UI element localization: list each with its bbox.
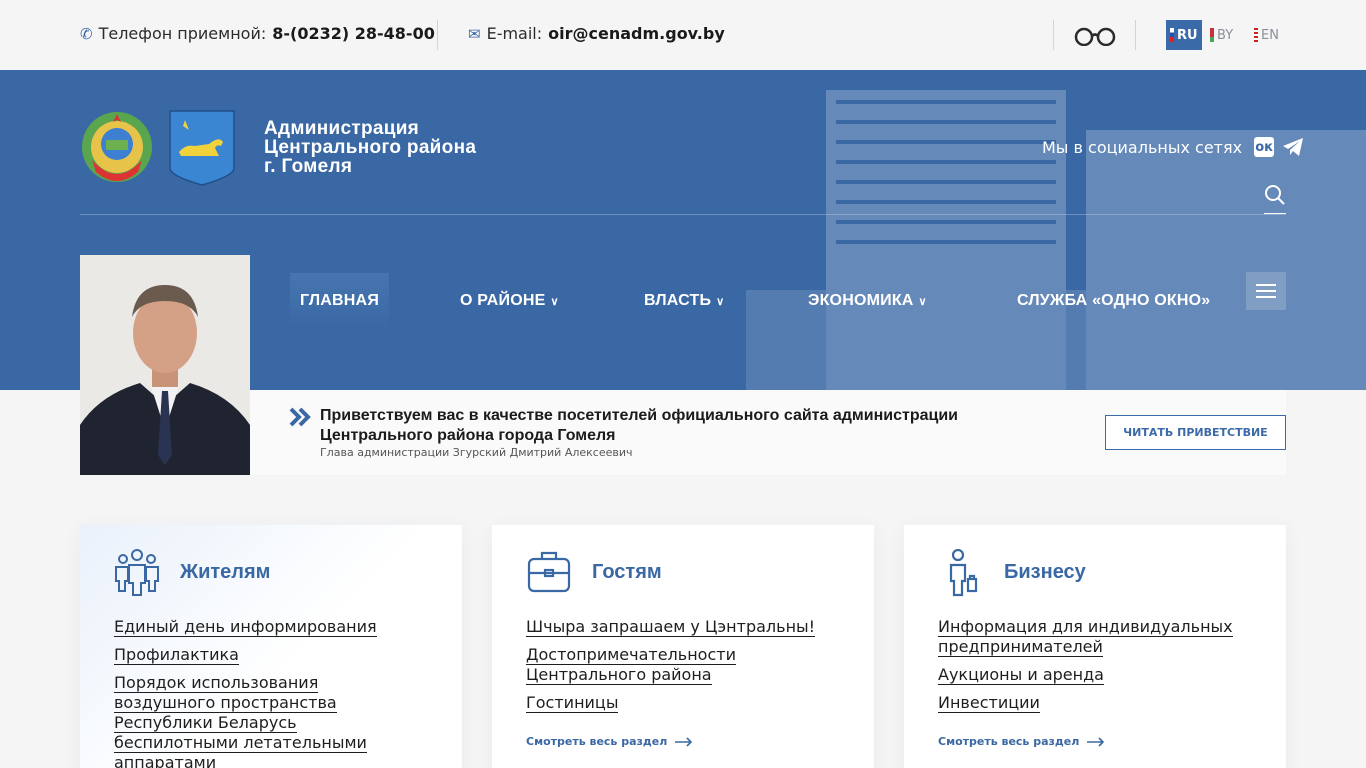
site-title-line: Администрация — [264, 118, 420, 139]
divider — [1053, 20, 1054, 50]
phone-number[interactable]: 8-(0232) 28-48-00 — [272, 24, 435, 43]
people-icon — [115, 549, 159, 596]
card-link[interactable]: Порядок использования воздушного простра… — [114, 673, 367, 768]
city-background-image — [746, 90, 1366, 390]
phone-label: Телефон приемной: — [98, 24, 267, 43]
see-all-link[interactable]: Смотреть весь раздел — [938, 735, 1105, 748]
menu-burger-button[interactable] — [1246, 272, 1286, 310]
top-bar: ✆ Телефон приемной: 8-(0232) 28-48-00 ✉ … — [0, 0, 1366, 70]
nav-item-authority[interactable]: ВЛАСТЬ ∨ — [644, 273, 724, 329]
nav-item-home[interactable]: ГЛАВНАЯ — [290, 273, 390, 329]
accessibility-glasses-icon[interactable] — [1073, 26, 1117, 46]
card-business: Бизнесу Информация для индивидуальных пр… — [904, 525, 1286, 768]
card-title[interactable]: Гостям — [592, 561, 662, 584]
odnoklassniki-icon[interactable]: ок — [1254, 137, 1275, 157]
belarus-emblem-logo — [82, 112, 152, 182]
phone-icon: ✆ — [80, 24, 93, 43]
card-link[interactable]: Достопримечательности Центрального район… — [526, 645, 736, 685]
portrait-image — [80, 255, 250, 475]
card-link[interactable]: Инвестиции — [938, 693, 1040, 713]
list-item: Шчыра запрашаем у Цэнтральны! — [526, 617, 826, 637]
card-link-list: Единый день информирования Профилактика … — [114, 617, 424, 768]
arrow-right-icon — [1087, 736, 1105, 747]
list-item: Порядок использования воздушного простра… — [114, 673, 424, 768]
list-item: Инвестиции — [938, 693, 1238, 713]
list-item: Гостиницы — [526, 693, 826, 713]
lang-code: EN — [1261, 27, 1279, 43]
suitcase-icon — [527, 551, 571, 593]
card-link-list: Шчыра запрашаем у Цэнтральны! Достоприме… — [526, 617, 826, 721]
greeting-author: Глава администрации Згурский Дмитрий Але… — [320, 446, 633, 459]
hamburger-icon — [1256, 290, 1276, 292]
see-all-link[interactable]: Смотреть весь раздел — [526, 735, 693, 748]
double-chevron-right-icon — [289, 407, 311, 427]
email-address[interactable]: oir@cenadm.gov.by — [548, 24, 725, 43]
read-greeting-button[interactable]: ЧИТАТЬ ПРИВЕТСТВИЕ — [1105, 415, 1286, 450]
site-title-line: Центрального района — [264, 137, 477, 158]
see-all-label: Смотреть весь раздел — [526, 735, 668, 748]
card-link[interactable]: Информация для индивидуальных предприним… — [938, 617, 1233, 657]
card-guests: Гостям Шчыра запрашаем у Цэнтральны! Дос… — [492, 525, 874, 768]
list-item: Единый день информирования — [114, 617, 424, 637]
search-icon — [1265, 185, 1285, 205]
nav-label: ВЛАСТЬ — [644, 292, 712, 309]
phone-contact[interactable]: ✆ Телефон приемной: 8-(0232) 28-48-00 — [80, 24, 435, 43]
card-link[interactable]: Профилактика — [114, 645, 239, 665]
nav-item-one-window[interactable]: СЛУЖБА «ОДНО ОКНО» — [1017, 273, 1210, 329]
nav-label: СЛУЖБА «ОДНО ОКНО» — [1017, 292, 1211, 309]
nav-label: ЭКОНОМИКА — [808, 292, 914, 309]
social-label: Мы в социальных сетях — [1042, 137, 1243, 157]
card-title[interactable]: Жителям — [180, 561, 270, 584]
nav-item-about-district[interactable]: О РАЙОНЕ ∨ — [460, 273, 559, 329]
nav-label: О РАЙОНЕ — [460, 292, 546, 309]
lang-code: BY — [1217, 27, 1234, 43]
chevron-down-icon: ∨ — [716, 295, 725, 308]
chevron-down-icon: ∨ — [918, 295, 927, 308]
divider — [1135, 20, 1136, 50]
email-contact[interactable]: ✉ E-mail: oir@cenadm.gov.by — [468, 24, 725, 43]
card-link[interactable]: Шчыра запрашаем у Цэнтральны! — [526, 617, 816, 637]
list-item: Информация для индивидуальных предприним… — [938, 617, 1238, 657]
email-label: E-mail: — [486, 24, 543, 43]
divider — [437, 20, 438, 50]
greeting-text: Приветствуем вас в качестве посетителей … — [320, 407, 958, 444]
card-residents: Жителям Единый день информирования Профи… — [80, 525, 462, 768]
russia-flag-icon — [1170, 28, 1174, 42]
card-link[interactable]: Гостиницы — [526, 693, 619, 713]
hamburger-icon — [1256, 284, 1276, 286]
telegram-icon[interactable] — [1282, 137, 1304, 157]
hamburger-icon — [1256, 296, 1276, 298]
mail-icon: ✉ — [468, 24, 481, 43]
uk-flag-icon — [1254, 28, 1258, 42]
social-links: Мы в социальных сетях ок — [1042, 137, 1304, 157]
card-title[interactable]: Бизнесу — [1004, 561, 1086, 584]
chevron-down-icon: ∨ — [550, 295, 559, 308]
see-all-label: Смотреть весь раздел — [938, 735, 1080, 748]
lang-ru-button[interactable]: RU — [1166, 20, 1202, 50]
nav-item-economy[interactable]: ЭКОНОМИКА ∨ — [808, 273, 927, 329]
arrow-right-icon — [675, 736, 693, 747]
lang-by-button[interactable]: BY — [1206, 20, 1237, 50]
businessman-icon — [949, 549, 978, 597]
site-title-line: г. Гомеля — [264, 156, 353, 177]
lang-code: RU — [1177, 27, 1198, 43]
list-item: Достопримечательности Центрального район… — [526, 645, 826, 685]
nav-label: ГЛАВНАЯ — [300, 292, 380, 309]
search-button[interactable] — [1264, 184, 1286, 214]
card-link[interactable]: Единый день информирования — [114, 617, 377, 637]
list-item: Профилактика — [114, 645, 424, 665]
divider — [80, 214, 1286, 215]
gomel-coat-of-arms-logo — [169, 110, 235, 186]
belarus-flag-icon — [1210, 28, 1214, 42]
site-title[interactable]: Администрация Центрального района г. Гом… — [264, 119, 476, 176]
card-link-list: Информация для индивидуальных предприним… — [938, 617, 1238, 721]
lang-en-button[interactable]: EN — [1250, 20, 1283, 50]
list-item: Аукционы и аренда — [938, 665, 1238, 685]
card-link[interactable]: Аукционы и аренда — [938, 665, 1104, 685]
head-of-administration-photo — [80, 255, 250, 475]
